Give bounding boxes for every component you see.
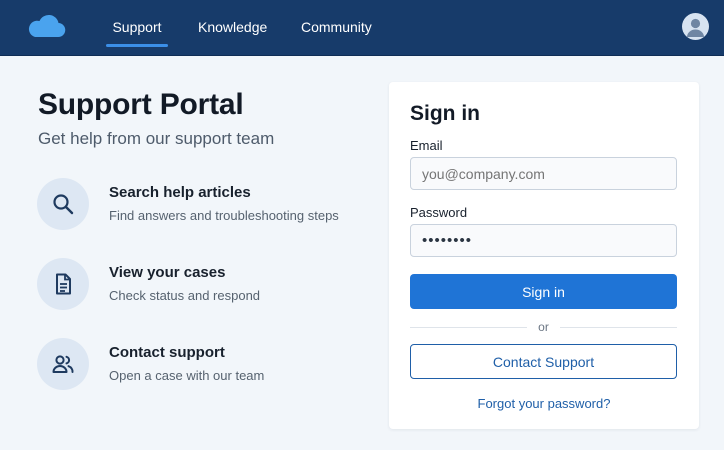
document-icon — [37, 258, 89, 310]
feature-title: Search help articles — [109, 184, 251, 201]
feature-title: View your cases — [109, 264, 226, 281]
forgot-password-link[interactable]: Forgot your password? — [389, 396, 699, 411]
people-icon — [37, 338, 89, 390]
sign-in-title: Sign in — [410, 102, 480, 125]
feature-description: Check status and respond — [109, 288, 261, 303]
email-field[interactable] — [410, 157, 677, 190]
search-icon — [37, 178, 89, 230]
page-subtitle: Get help from our support team — [38, 129, 275, 148]
sign-in-card: Sign in Email Password Sign in or Contac… — [389, 82, 699, 429]
feature-description: Find answers and troubleshooting steps — [109, 208, 339, 223]
feature-view-cases[interactable]: View your cases Check status and respond — [37, 258, 367, 312]
page-title: Support Portal — [38, 88, 244, 121]
or-divider: or — [410, 320, 677, 334]
feature-title: Contact support — [109, 344, 225, 361]
contact-support-button[interactable]: Contact Support — [410, 344, 677, 379]
nav-tab-knowledge[interactable]: Knowledge — [198, 0, 267, 56]
top-navigation-bar: Support Knowledge Community — [0, 0, 724, 56]
feature-description: Open a case with our team — [109, 368, 265, 383]
password-field[interactable] — [410, 224, 677, 257]
divider-line — [560, 327, 677, 328]
sign-in-button[interactable]: Sign in — [410, 274, 677, 309]
feature-contact-support[interactable]: Contact support Open a case with our tea… — [37, 338, 367, 392]
password-label: Password — [410, 205, 468, 220]
email-label: Email — [410, 138, 443, 153]
nav-tab-support[interactable]: Support — [106, 0, 168, 56]
nav-tab-community[interactable]: Community — [301, 0, 372, 56]
feature-search-articles[interactable]: Search help articles Find answers and tr… — [37, 178, 367, 232]
user-avatar-icon[interactable] — [682, 13, 709, 40]
cloud-icon[interactable] — [25, 12, 67, 40]
